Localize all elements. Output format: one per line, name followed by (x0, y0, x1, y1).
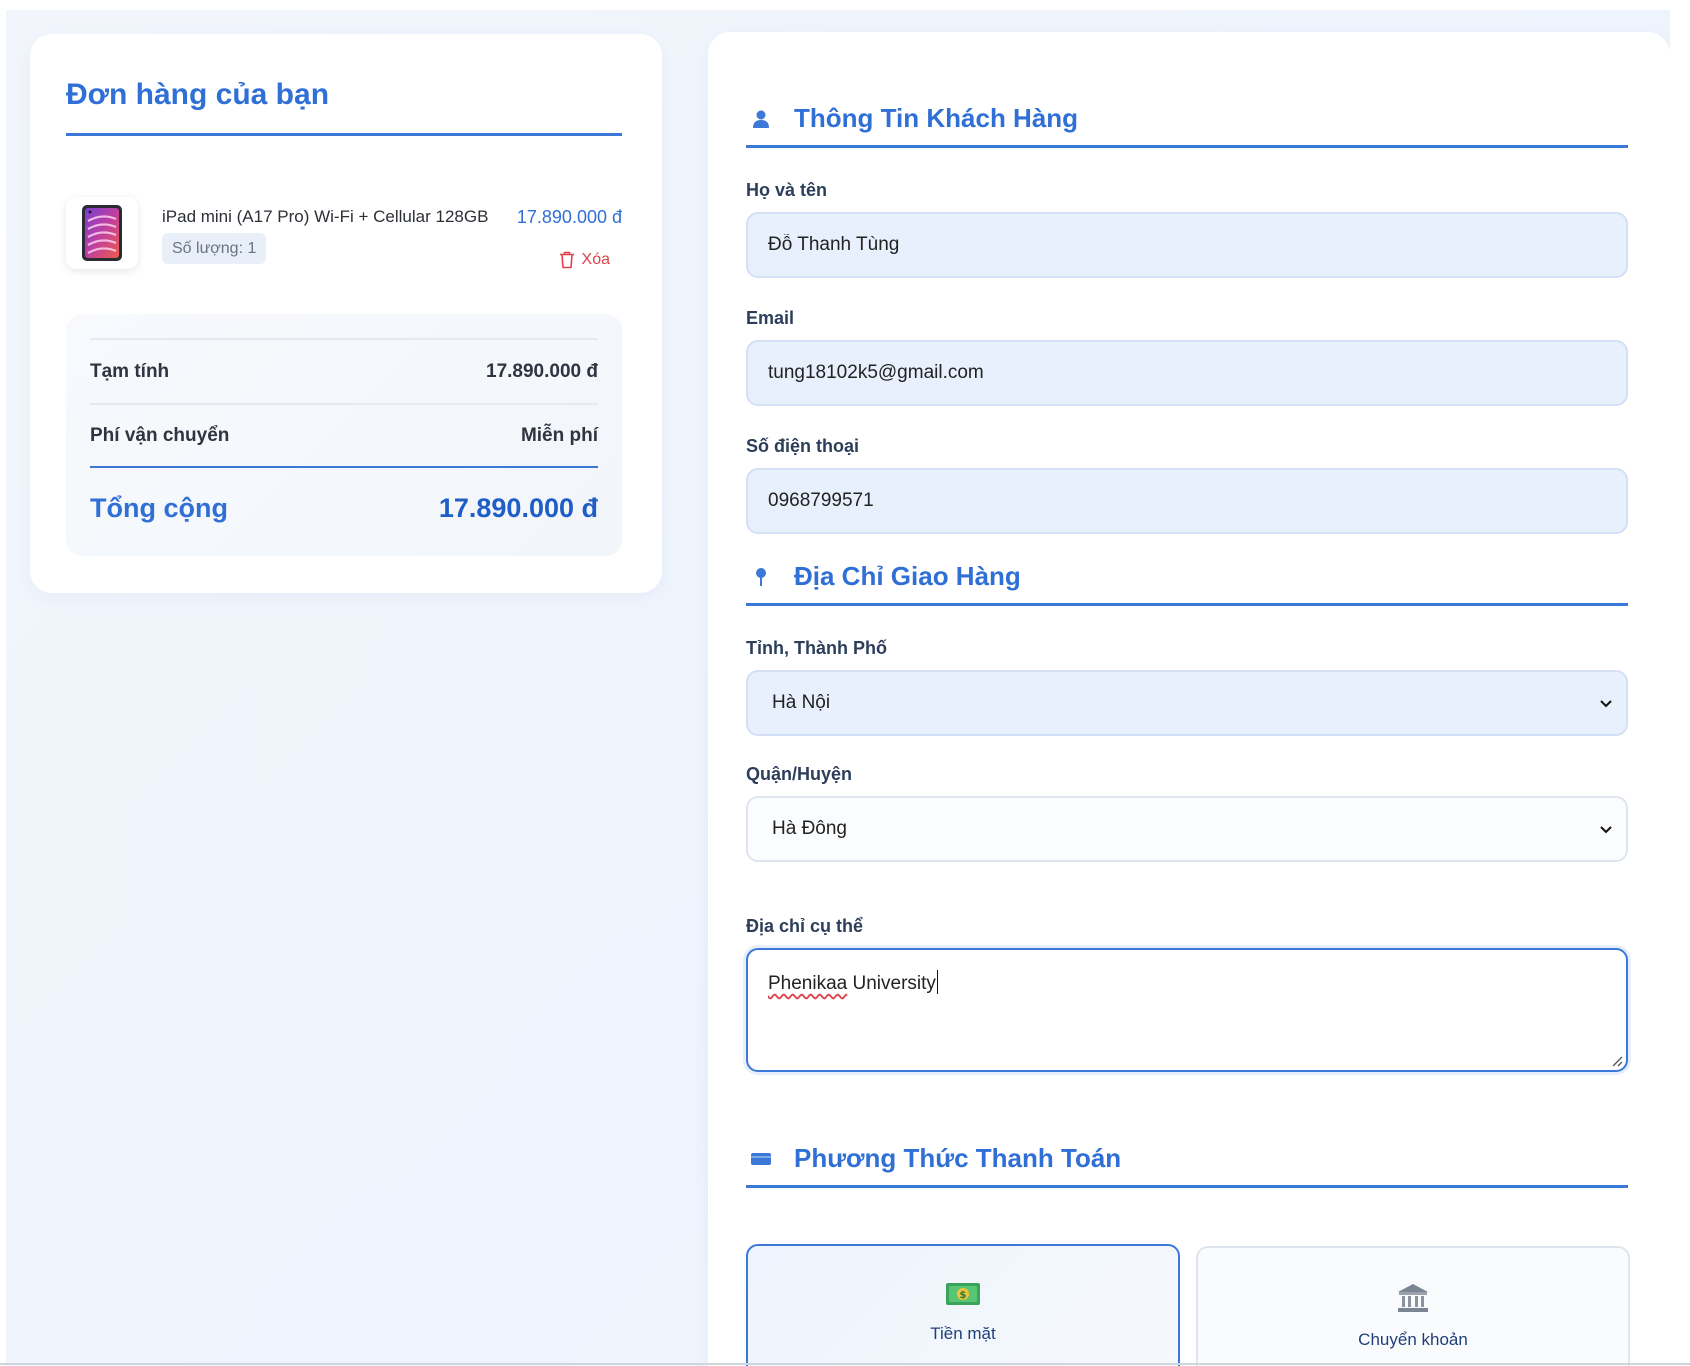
total-label: Tổng cộng (90, 492, 228, 523)
payment-option-cash[interactable]: $ Tiền mặt (746, 1244, 1180, 1366)
order-summary-card: Đơn hàng của bạn iPad mini (A17 Pro) Wi-… (30, 34, 662, 593)
ipad-image-icon (82, 205, 122, 261)
email-input[interactable] (746, 340, 1628, 406)
trash-icon (559, 251, 574, 269)
payment-option-transfer-label: Chuyển khoản (1358, 1330, 1468, 1349)
shipping-fee-label: Phí vận chuyển (90, 424, 230, 446)
address-text-misspelled: Phenikaa (768, 973, 848, 994)
delete-label: Xóa (581, 251, 610, 268)
card-icon (746, 1152, 776, 1166)
subtotal-label: Tạm tính (90, 360, 170, 382)
text-caret (936, 970, 938, 994)
city-selected-value: Hà Nội (772, 692, 831, 713)
cash-icon: $ (946, 1283, 980, 1305)
city-select[interactable]: Hà Nội (746, 670, 1628, 736)
total-value: 17.890.000 đ (438, 492, 598, 523)
subtotal-value: 17.890.000 đ (486, 360, 598, 382)
checkout-page: Đơn hàng của bạn iPad mini (A17 Pro) Wi-… (6, 10, 1670, 1366)
payment-method-title: Phương Thức Thanh Toán (794, 1143, 1122, 1173)
quantity-badge: Số lượng: 1 (162, 233, 267, 264)
district-label: Quận/Huyện (746, 764, 853, 784)
order-title: Đơn hàng của bạn (66, 78, 622, 136)
subtotal-row: Tạm tính 17.890.000 đ (90, 338, 598, 403)
payment-option-transfer[interactable]: Chuyển khoản (1196, 1246, 1630, 1366)
city-label: Tỉnh, Thành Phố (746, 638, 887, 658)
user-icon (746, 109, 776, 129)
bank-icon (1398, 1284, 1428, 1312)
delete-item-button[interactable]: Xóa (559, 251, 610, 269)
shipping-address-heading: Địa Chỉ Giao Hàng (746, 550, 1628, 606)
shipping-fee-value: Miễn phí (520, 424, 598, 446)
svg-text:$: $ (960, 1290, 967, 1301)
address-label: Địa chỉ cụ thể (746, 916, 864, 936)
phone-input[interactable] (746, 468, 1628, 534)
product-thumbnail (66, 197, 138, 269)
chevron-down-icon (1600, 826, 1612, 834)
resize-handle-icon[interactable] (1609, 1053, 1623, 1067)
chevron-down-icon (1600, 700, 1612, 708)
pin-icon (746, 567, 776, 587)
address-textarea[interactable]: Phenikaa University (746, 948, 1628, 1072)
district-select[interactable]: Hà Đông (746, 796, 1628, 862)
checkout-form-card: Thông Tin Khách Hàng Họ và tên Email Số … (708, 32, 1670, 1366)
shipping-address-title: Địa Chỉ Giao Hàng (794, 561, 1021, 591)
address-text: University (847, 973, 936, 994)
customer-info-heading: Thông Tin Khách Hàng (746, 92, 1628, 148)
payment-method-heading: Phương Thức Thanh Toán (746, 1132, 1628, 1188)
bottom-edge (0, 1363, 1690, 1365)
name-label: Họ và tên (746, 180, 828, 200)
product-price: 17.890.000 đ (516, 207, 622, 227)
customer-info-title: Thông Tin Khách Hàng (794, 103, 1079, 133)
district-selected-value: Hà Đông (772, 818, 847, 839)
cart-item: iPad mini (A17 Pro) Wi-Fi + Cellular 128… (66, 197, 622, 277)
shipping-fee-row: Phí vận chuyển Miễn phí (90, 403, 598, 468)
email-label: Email (746, 308, 795, 328)
name-input[interactable] (746, 212, 1628, 278)
payment-option-cash-label: Tiền mặt (930, 1324, 996, 1343)
product-name: iPad mini (A17 Pro) Wi-Fi + Cellular 128… (162, 207, 489, 226)
price-summary: Tạm tính 17.890.000 đ Phí vận chuyển Miễ… (66, 314, 622, 556)
total-row: Tổng cộng 17.890.000 đ (90, 468, 598, 548)
phone-label: Số điện thoại (746, 436, 860, 456)
